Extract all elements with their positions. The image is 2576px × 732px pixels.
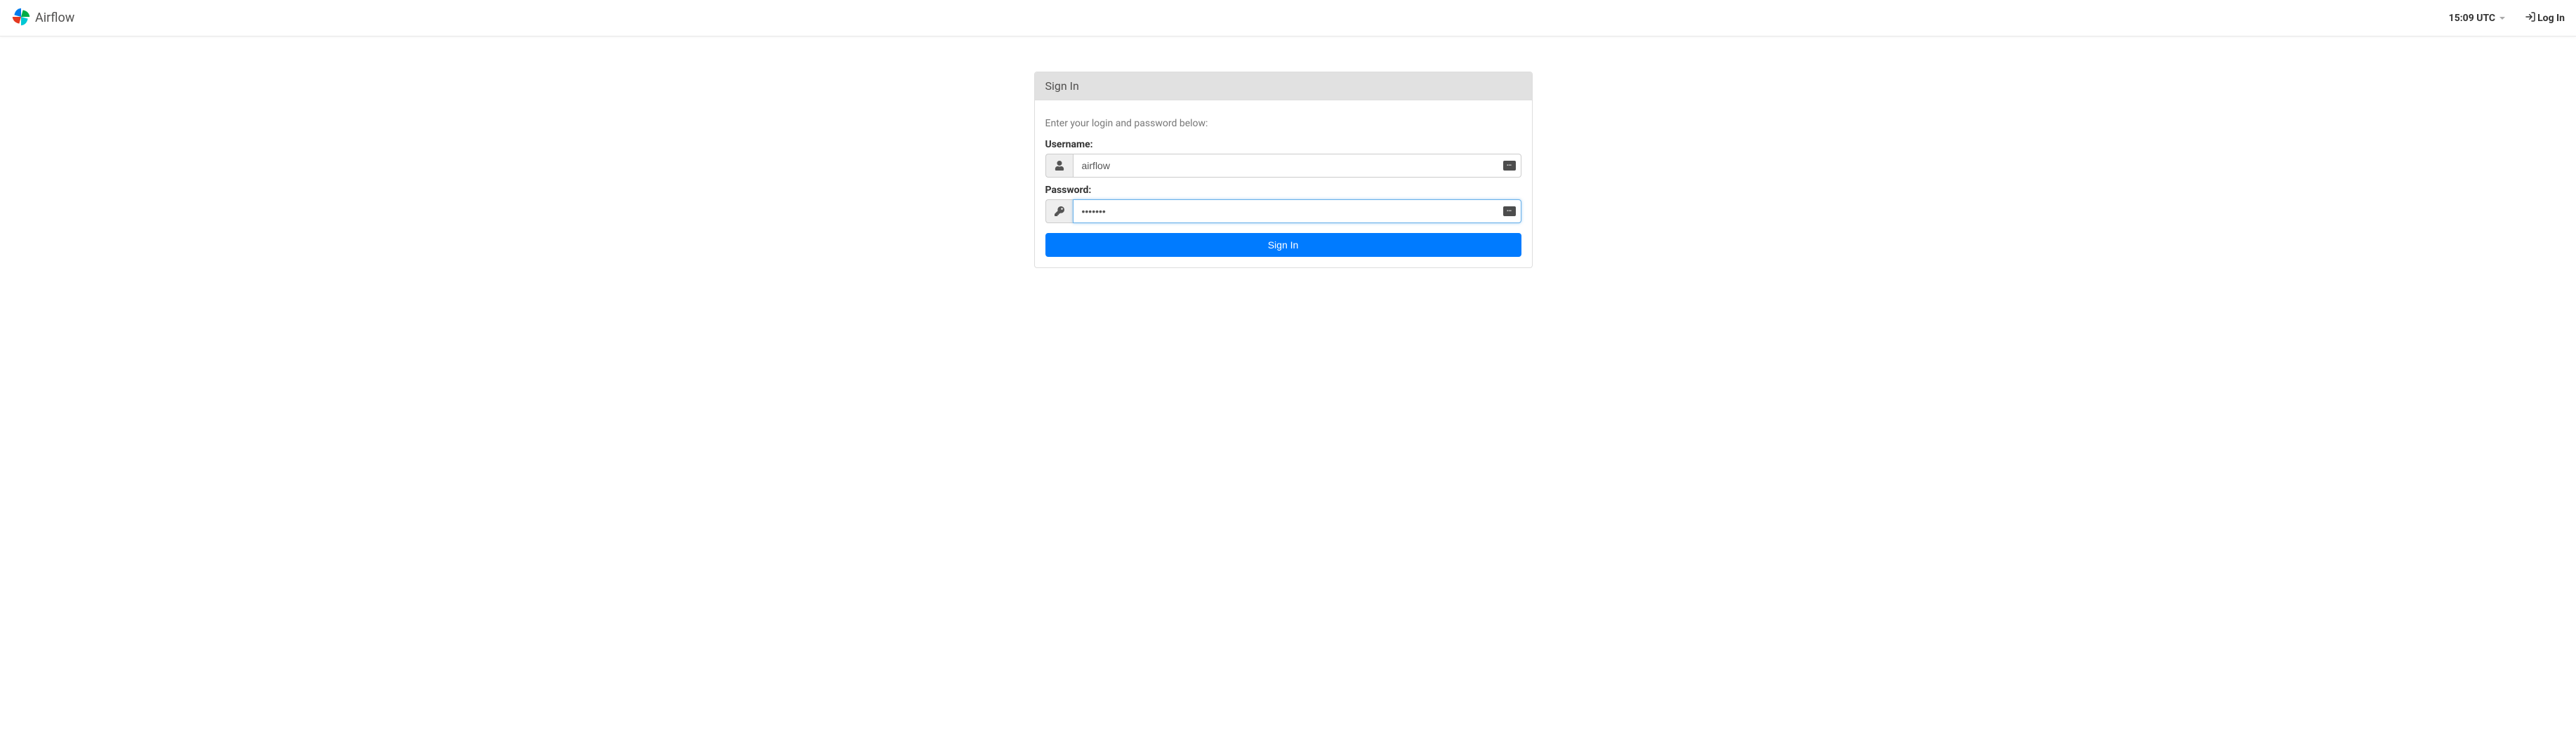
signin-body: Enter your login and password below: Use… bbox=[1035, 100, 1532, 267]
navbar-left: Airflow bbox=[11, 7, 74, 29]
navbar-right: 15:09 UTC Log In bbox=[2449, 11, 2565, 25]
caret-down-icon bbox=[2499, 17, 2505, 20]
username-input-group bbox=[1045, 154, 1521, 178]
username-label: Username: bbox=[1045, 139, 1521, 150]
keyboard-badge-icon[interactable] bbox=[1503, 161, 1516, 171]
username-group: Username: bbox=[1045, 139, 1521, 178]
signin-panel: Sign In Enter your login and password be… bbox=[1034, 72, 1533, 268]
navbar: Airflow 15:09 UTC Log In bbox=[0, 0, 2576, 36]
username-input[interactable] bbox=[1073, 154, 1521, 178]
time-dropdown[interactable]: 15:09 UTC bbox=[2449, 13, 2505, 24]
login-icon bbox=[2525, 11, 2536, 25]
user-icon bbox=[1045, 154, 1073, 178]
password-label: Password: bbox=[1045, 185, 1521, 196]
time-label: 15:09 UTC bbox=[2449, 13, 2495, 24]
brand-name[interactable]: Airflow bbox=[35, 11, 74, 25]
login-link[interactable]: Log In bbox=[2525, 11, 2565, 25]
keyboard-badge-icon[interactable] bbox=[1503, 206, 1516, 216]
main-container: Sign In Enter your login and password be… bbox=[740, 36, 1837, 268]
key-icon bbox=[1045, 199, 1073, 223]
signin-help-text: Enter your login and password below: bbox=[1045, 118, 1521, 129]
signin-title: Sign In bbox=[1035, 72, 1532, 100]
signin-button[interactable]: Sign In bbox=[1045, 233, 1521, 257]
password-input-group bbox=[1045, 199, 1521, 223]
airflow-pinwheel-icon bbox=[11, 7, 31, 29]
login-label: Log In bbox=[2537, 13, 2565, 24]
password-group: Password: bbox=[1045, 185, 1521, 223]
password-input[interactable] bbox=[1073, 199, 1521, 223]
